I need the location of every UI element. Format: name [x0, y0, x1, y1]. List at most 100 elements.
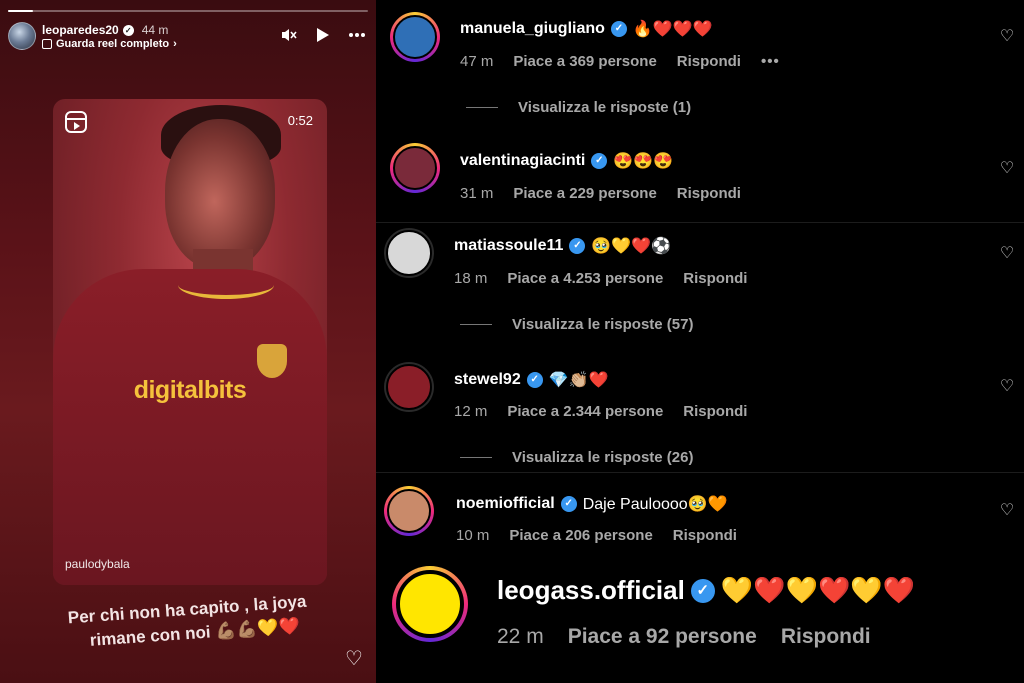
view-replies-button[interactable]: Visualizza le risposte (57) [460, 316, 693, 333]
comment-item: matiassoule11 ✓ 🥹💛❤️⚽ 18 m Piace a 4.253… [376, 228, 1024, 343]
reel-duration: 0:52 [287, 113, 313, 128]
jersey-collar [178, 271, 274, 299]
comment-header: stewel92 ✓ 💎👏🏼❤️ [454, 370, 608, 390]
comment-meta: 12 m Piace a 2.344 persone Rispondi [454, 403, 747, 420]
comment-meta: 22 m Piace a 92 persone Rispondi [497, 625, 871, 649]
comment-header: leogass.official ✓ 💛❤️💛❤️💛❤️ [497, 575, 915, 606]
verified-badge-icon: ✓ [569, 238, 586, 254]
story-progress-bar [8, 10, 368, 12]
comment-header: valentinagiacinti ✓ 😍😍😍 [460, 151, 673, 171]
story-caption: Per chi non ha capito , la joya rimane c… [0, 585, 376, 659]
shared-reel-card[interactable]: 0:52 digitalbits paulodybala [53, 99, 327, 585]
comment-time: 12 m [454, 403, 488, 420]
watch-full-reel-link[interactable]: Guarda reel completo › [42, 38, 177, 50]
comment-meta: 10 m Piace a 206 persone Rispondi [456, 527, 737, 544]
comment-username[interactable]: matiassoule11 [454, 237, 563, 255]
heart-outline-icon[interactable]: ♡ [343, 648, 365, 670]
play-icon[interactable] [314, 26, 332, 44]
more-options-button[interactable]: ••• [761, 53, 780, 70]
comment-likes[interactable]: Piace a 92 persone [568, 625, 757, 649]
comment-item: stewel92 ✓ 💎👏🏼❤️ 12 m Piace a 2.344 pers… [376, 362, 1024, 477]
watch-full-reel-label: Guarda reel completo [56, 38, 170, 50]
view-replies-button[interactable]: Visualizza le risposte (26) [460, 449, 693, 466]
reply-button[interactable]: Rispondi [781, 625, 871, 649]
story-header: leoparedes20 ✓ 44 m Guarda reel completo… [8, 22, 368, 54]
comment-item: manuela_giugliano ✓ 🔥❤️❤️❤️ 47 m Piace a… [376, 10, 1024, 130]
story-progress-fill [8, 10, 34, 12]
avatar[interactable] [384, 486, 434, 536]
comment-likes[interactable]: Piace a 4.253 persone [507, 270, 663, 287]
comment-text: 🔥❤️❤️❤️ [632, 21, 713, 38]
section-divider [376, 472, 1024, 473]
comment-likes[interactable]: Piace a 206 persone [509, 527, 652, 544]
story-user[interactable]: leoparedes20 ✓ 44 m [42, 23, 168, 37]
comment-text: 🥹💛❤️⚽ [591, 238, 672, 255]
section-divider [376, 222, 1024, 223]
story-time: 44 m [141, 23, 169, 37]
comment-username[interactable]: noemiofficial [456, 495, 555, 513]
comment-item: valentinagiacinti ✓ 😍😍😍 31 m Piace a 229… [376, 143, 1024, 213]
reels-icon [65, 111, 87, 133]
replies-divider [466, 107, 498, 108]
avatar[interactable] [384, 362, 434, 412]
view-replies-button[interactable]: Visualizza le risposte (1) [466, 99, 691, 116]
comment-time: 47 m [460, 53, 494, 70]
player-image-jersey [53, 269, 327, 585]
comment-header: matiassoule11 ✓ 🥹💛❤️⚽ [454, 236, 671, 256]
view-replies-label: Visualizza le risposte (26) [512, 449, 694, 466]
avatar[interactable] [384, 228, 434, 278]
comment-item: noemiofficial ✓ Daje Pauloooo🥹🧡 10 m Pia… [376, 486, 1024, 556]
comment-meta: 31 m Piace a 229 persone Rispondi [460, 185, 741, 202]
comment-time: 10 m [456, 527, 490, 544]
reply-button[interactable]: Rispondi [683, 270, 747, 287]
reply-button[interactable]: Rispondi [677, 185, 741, 202]
comment-likes[interactable]: Piace a 369 persone [513, 53, 656, 70]
comment-username[interactable]: leogass.official [497, 575, 685, 606]
heart-outline-icon[interactable]: ♡ [998, 502, 1016, 520]
reply-button[interactable]: Rispondi [683, 403, 747, 420]
view-replies-label: Visualizza le risposte (57) [512, 316, 694, 333]
avatar[interactable] [390, 143, 440, 193]
replies-divider [460, 457, 492, 458]
comment-text: 💛❤️💛❤️💛❤️ [720, 575, 916, 605]
avatar[interactable] [390, 12, 440, 62]
verified-badge-icon: ✓ [526, 372, 543, 388]
comments-panel: manuela_giugliano ✓ 🔥❤️❤️❤️ 47 m Piace a… [376, 0, 1024, 683]
avatar-image [386, 364, 432, 410]
avatar[interactable] [392, 566, 468, 642]
more-horizontal-icon[interactable] [348, 26, 366, 44]
comment-username[interactable]: valentinagiacinti [460, 152, 585, 170]
comment-text: 💎👏🏼❤️ [548, 372, 609, 389]
comment-text: Daje Pauloooo🥹🧡 [582, 496, 728, 513]
reply-button[interactable]: Rispondi [673, 527, 737, 544]
heart-outline-icon[interactable]: ♡ [998, 245, 1016, 263]
avatar-image [393, 146, 437, 190]
comment-username[interactable]: stewel92 [454, 371, 521, 389]
story-username[interactable]: leoparedes20 [42, 23, 119, 37]
comment-meta: 47 m Piace a 369 persone Rispondi ••• [460, 53, 780, 70]
club-crest-icon [257, 344, 287, 378]
replies-divider [460, 324, 492, 325]
comment-likes[interactable]: Piace a 2.344 persone [507, 403, 663, 420]
heart-outline-icon[interactable]: ♡ [998, 378, 1016, 396]
verified-badge-icon: ✓ [690, 578, 715, 603]
jersey-sponsor-text: digitalbits [133, 376, 247, 404]
verified-icon: ✓ [122, 24, 134, 36]
verified-badge-icon: ✓ [610, 21, 627, 37]
reel-icon [42, 39, 52, 49]
reply-button[interactable]: Rispondi [677, 53, 741, 70]
heart-outline-icon[interactable]: ♡ [998, 160, 1016, 178]
avatar-image [396, 570, 464, 638]
story-avatar[interactable] [8, 22, 36, 50]
comment-username[interactable]: manuela_giugliano [460, 20, 605, 38]
reel-author[interactable]: paulodybala [65, 557, 130, 571]
comment-item: leogass.official ✓ 💛❤️💛❤️💛❤️ 22 m Piace … [376, 564, 1024, 683]
comment-time: 31 m [460, 185, 494, 202]
avatar-image [393, 15, 437, 59]
comment-likes[interactable]: Piace a 229 persone [513, 185, 656, 202]
avatar-image [387, 489, 431, 533]
speaker-muted-icon[interactable] [280, 26, 298, 44]
verified-badge-icon: ✓ [560, 496, 577, 512]
player-image-head [165, 119, 275, 269]
heart-outline-icon[interactable]: ♡ [998, 28, 1016, 46]
